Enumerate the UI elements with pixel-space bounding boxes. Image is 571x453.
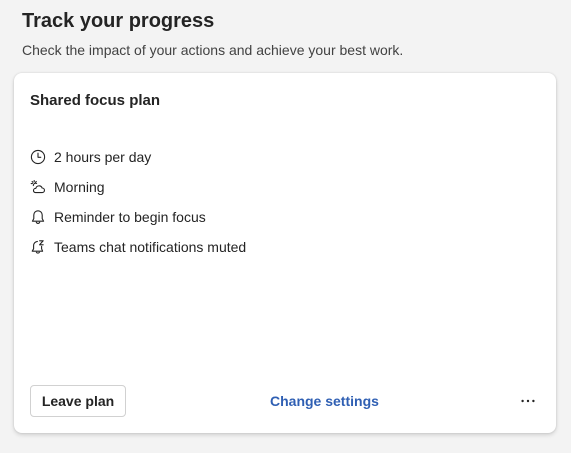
- detail-notifications-text: Teams chat notifications muted: [54, 239, 247, 255]
- plan-details-list: 2 hours per day Morning Reminder to begi…: [30, 142, 246, 262]
- detail-reminder: Reminder to begin focus: [30, 202, 246, 232]
- detail-time-of-day-text: Morning: [54, 179, 105, 195]
- change-settings-link[interactable]: Change settings: [270, 392, 379, 410]
- chat-snooze-icon: [30, 239, 46, 255]
- more-options-button[interactable]: [516, 390, 540, 412]
- focus-plan-card: Shared focus plan 2 hours per day Mornin…: [14, 73, 556, 433]
- detail-duration: 2 hours per day: [30, 142, 246, 172]
- page-title: Track your progress: [22, 10, 215, 32]
- clock-icon: [30, 149, 46, 165]
- page-subtitle: Check the impact of your actions and ach…: [22, 42, 404, 58]
- leave-plan-button[interactable]: Leave plan: [30, 385, 126, 417]
- detail-notifications: Teams chat notifications muted: [30, 232, 246, 262]
- detail-time-of-day: Morning: [30, 172, 246, 202]
- page: Track your progress Check the impact of …: [0, 0, 571, 453]
- detail-reminder-text: Reminder to begin focus: [54, 209, 206, 225]
- weather-partly-cloudy-icon: [30, 179, 46, 195]
- card-title: Shared focus plan: [30, 92, 161, 109]
- detail-duration-text: 2 hours per day: [54, 149, 152, 165]
- bell-icon: [30, 209, 46, 225]
- more-horizontal-icon: [521, 399, 535, 403]
